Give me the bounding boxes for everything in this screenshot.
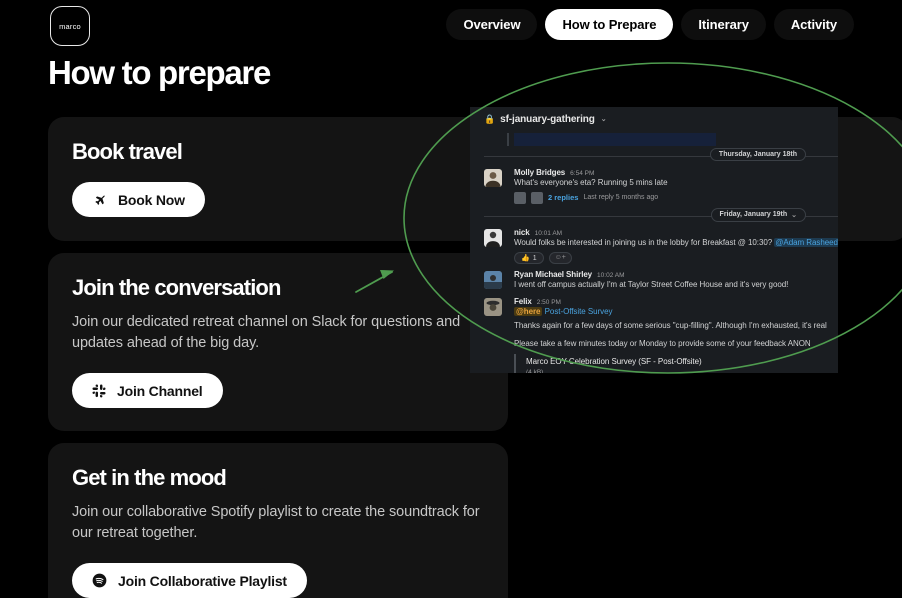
airplane-icon [92,192,107,207]
slack-icon [92,383,106,398]
brand-logo-text: marco [59,21,81,31]
here-mention[interactable]: @here [514,306,543,316]
avatar [484,271,502,290]
slack-channel-header[interactable]: 🔒 sf-january-gathering ⌄ [470,107,838,131]
reaction-thumbsup[interactable]: 👍 1 [514,252,544,265]
card-get-in-the-mood-description: Join our collaborative Spotify playlist … [72,504,480,542]
message-author[interactable]: nick [514,228,530,237]
card-join-conversation: Join the conversation Join our dedicated… [48,253,508,431]
top-bar: marco Overview How to Prepare Itinerary … [0,0,902,52]
nav-tab-itinerary[interactable]: Itinerary [681,9,766,40]
card-get-in-the-mood: Get in the mood Join our collaborative S… [48,443,508,598]
message-subject-line: @here Post-Offsite Survey [514,306,828,318]
message-text: Thanks again for a few days of some seri… [514,321,827,331]
message-attachment[interactable]: Marco EOY Celebration Survey (SF - Post-… [514,353,828,373]
book-now-button-label: Book Now [118,191,185,208]
add-reaction-icon[interactable]: ☺+ [548,252,572,265]
thread-summary[interactable]: 2 replies Last reply 5 months ago [514,191,828,204]
attachment-title[interactable]: Marco EOY Celebration Survey (SF - Post-… [526,357,828,366]
brand-logo[interactable]: marco [50,6,90,46]
message-time: 2:50 PM [536,298,561,306]
day-divider-thursday: Thursday, January 18th [470,147,838,165]
day-divider-friday-label[interactable]: Friday, January 19th ⌄ [710,207,806,222]
slack-channel-name: sf-january-gathering [500,113,595,125]
nav-tab-activity[interactable]: Activity [773,9,854,40]
card-join-conversation-description: Join our dedicated retreat channel on Sl… [72,314,461,352]
chevron-down-icon: ⌄ [600,116,607,123]
card-get-in-the-mood-title: Get in the mood [72,465,227,490]
slack-message: Ryan Michael Shirley 10:02 AM I went off… [470,267,838,294]
message-time: 10:02 AM [597,272,625,280]
slack-message: Molly Bridges 6:54 PM What's everyone's … [470,165,838,207]
attachment-meta: (4 kB) [526,368,544,373]
join-channel-button-label: Join Channel [117,382,203,399]
message-time: 10:01 AM [534,229,563,237]
lock-icon: 🔒 [484,113,496,124]
avatar [484,228,502,247]
spotify-icon [92,573,107,588]
book-now-button[interactable]: Book Now [72,182,205,217]
thread-replies-link[interactable]: 2 replies [548,193,578,202]
slack-message: nick 10:01 AM Would folks be interested … [470,225,838,268]
day-divider-thursday-label[interactable]: Thursday, January 18th [709,148,806,161]
message-time: 6:54 PM [570,170,595,177]
slack-message-list: Thursday, January 18th Molly Bridges 6:5… [470,133,838,373]
nav-tab-how-to-prepare[interactable]: How to Prepare [545,9,674,40]
thumbsup-icon: 👍 [521,255,530,263]
reaction-count: 1 [532,254,537,262]
slack-truncated-message [470,133,838,147]
join-playlist-button-label: Join Collaborative Playlist [118,572,287,589]
thread-participant-avatar [514,191,526,204]
message-reactions: 👍 1 ☺+ [514,252,828,265]
slack-message: Felix 2:50 PM @here Post-Offsite Survey … [470,294,838,373]
avatar [484,169,502,187]
day-divider-friday: Friday, January 19th ⌄ [470,207,838,225]
main-nav: Overview How to Prepare Itinerary Activi… [446,9,854,40]
message-author[interactable]: Molly Bridges [514,168,565,177]
thread-last-reply: Last reply 5 months ago [583,194,659,202]
message-text-second-paragraph: Please take a few minutes today or Monda… [514,338,811,348]
avatar [484,297,502,316]
quote-bar [507,133,509,146]
day-divider-friday-text: Friday, January 19th [719,211,788,219]
page-title: How to prepare [48,54,271,91]
mention-adam-rasheed[interactable]: @Adam Rasheed [774,237,838,247]
highlighted-block [514,133,716,146]
message-body: Would folks be interested in joining us … [514,237,773,247]
message-subject: Post-Offsite Survey [544,306,613,316]
message-text: What's everyone's eta? Running 5 mins la… [514,178,668,187]
message-author[interactable]: Ryan Michael Shirley [514,270,592,279]
message-author[interactable]: Felix [514,297,532,306]
thread-participant-avatar [531,191,543,204]
slack-screenshot-overlay: 🔒 sf-january-gathering ⌄ Thursday, Janua… [470,107,838,373]
chevron-down-icon: ⌄ [791,211,797,219]
message-text: I went off campus actually I'm at Taylor… [514,280,789,290]
join-playlist-button[interactable]: Join Collaborative Playlist [72,563,307,598]
nav-tab-overview[interactable]: Overview [446,9,538,40]
card-join-conversation-title: Join the conversation [72,275,281,300]
message-text: Would folks be interested in joining us … [514,237,838,249]
join-channel-button[interactable]: Join Channel [72,373,223,408]
card-book-travel-title: Book travel [72,139,183,164]
